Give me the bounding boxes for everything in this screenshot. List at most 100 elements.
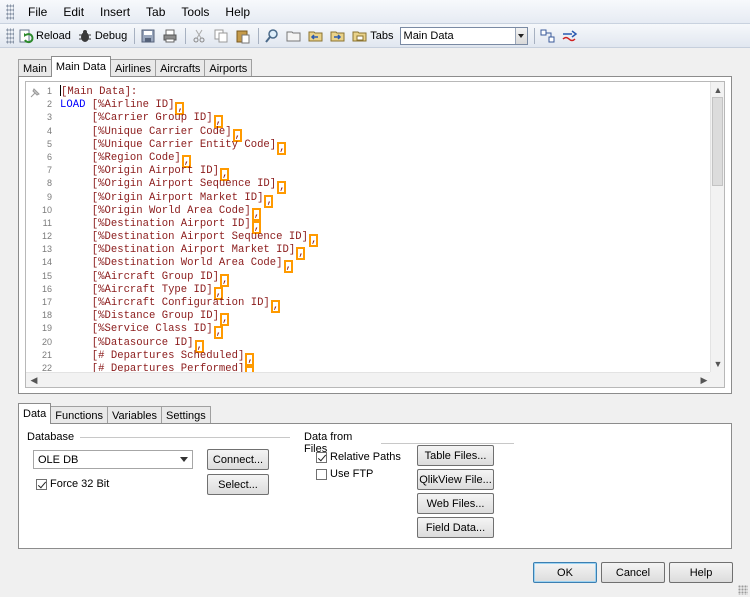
force-32-bit-checkbox[interactable]: Force 32 Bit (36, 478, 109, 490)
code-area[interactable]: 1 [Main Data]: 2 LOAD [%Airline ID], 3 [%Car… (26, 85, 712, 372)
paste-button[interactable] (233, 26, 253, 46)
cancel-button[interactable]: Cancel (601, 562, 665, 583)
code-line[interactable]: 18 [%Distance Group ID], (26, 309, 712, 327)
code-line[interactable]: 7 [%Origin Airport ID], (26, 164, 712, 182)
help-button[interactable]: Help (669, 562, 733, 583)
code-line[interactable]: 20 [%Datasource ID], (26, 336, 712, 353)
chevron-down-icon[interactable] (514, 27, 527, 44)
code-line[interactable]: 5 [%Unique Carrier Entity Code], (26, 138, 712, 155)
code-line[interactable]: 12 [%Destination Airport Sequence ID], (26, 230, 712, 248)
cut-icon (193, 29, 205, 42)
line-number: 6 (46, 151, 52, 162)
tab-airports[interactable]: Airports (204, 59, 253, 77)
code-line[interactable]: 19 [%Service Class ID], (26, 322, 712, 340)
tab-data[interactable]: Data (18, 403, 52, 424)
use-ftp-box[interactable] (316, 468, 327, 480)
code-line[interactable]: 16 [%Aircraft Type ID], (26, 283, 712, 300)
menubar-grip[interactable] (6, 3, 14, 20)
tab-airports-label: Airports (209, 62, 248, 75)
debug-label: Debug (94, 29, 128, 42)
connect-button[interactable]: Connect... (207, 449, 269, 470)
menu-edit[interactable]: Edit (55, 0, 92, 24)
force-32-bit-box[interactable] (36, 478, 47, 490)
web-files-button[interactable]: Web Files... (417, 493, 494, 514)
code-line[interactable]: 10 [%Origin World Area Code], (26, 204, 712, 221)
select-button[interactable]: Select... (207, 474, 269, 495)
code-line[interactable]: 15 [%Aircraft Group ID], (26, 270, 712, 287)
field-text: [%Distance Group ID] (60, 310, 219, 323)
code-line[interactable]: 3 [%Carrier Group ID], (26, 111, 712, 129)
tab-airlines[interactable]: Airlines (109, 59, 157, 77)
field-text: [%Origin Airport Market ID] (60, 191, 264, 204)
line-number: 1 (46, 86, 52, 96)
vertical-scrollbar[interactable]: ▲ ▼ (710, 82, 724, 372)
code-line[interactable]: 14 [%Destination World Area Code], (26, 256, 712, 274)
cut-button[interactable] (189, 26, 209, 46)
code-line[interactable]: 1 [Main Data]: (26, 85, 712, 98)
tab-settings[interactable]: Settings (161, 406, 211, 424)
table-files-button[interactable]: Table Files... (417, 445, 494, 466)
tab-variables[interactable]: Variables (106, 406, 162, 424)
relative-paths-checkbox[interactable]: Relative Paths (316, 451, 401, 463)
tab-functions[interactable]: Functions (50, 406, 108, 424)
toolbar-separator (134, 27, 136, 44)
line-number: 5 (46, 138, 52, 149)
code-line[interactable]: 11 [%Destination Airport ID], (26, 217, 712, 234)
code-line[interactable]: 6 [%Region Code], (26, 151, 712, 168)
vertical-scroll-thumb[interactable] (712, 97, 723, 186)
code-line[interactable]: 4 [%Unique Carrier Code], (26, 125, 712, 142)
menu-file[interactable]: File (20, 0, 55, 24)
code-line[interactable]: 8 [%Origin Airport Sequence ID], (26, 177, 712, 195)
scroll-up-icon[interactable]: ▲ (712, 84, 724, 96)
find-button[interactable] (262, 26, 282, 46)
syntax-check-icon (562, 29, 577, 41)
code-line[interactable]: 13 [%Destination Airport Market ID], (26, 243, 712, 261)
relative-paths-label: Relative Paths (330, 451, 401, 463)
pane-splitter[interactable] (0, 395, 750, 400)
ok-button[interactable]: OK (533, 562, 597, 583)
horizontal-scrollbar[interactable]: ◀ ▶ (26, 372, 712, 387)
code-line[interactable]: 21 [# Departures Scheduled], (26, 349, 712, 366)
save-button[interactable] (138, 26, 158, 46)
scroll-right-icon[interactable]: ▶ (698, 374, 710, 386)
menu-tools[interactable]: Tools (173, 0, 217, 24)
field-data-button[interactable]: Field Data... (417, 517, 494, 538)
resize-grip[interactable] (738, 585, 748, 595)
print-button[interactable] (160, 26, 180, 46)
reload-button[interactable]: Reload (16, 26, 73, 46)
tabs-button[interactable]: Tabs (350, 26, 395, 46)
code-line[interactable]: 22 [# Departures Performed], (26, 362, 712, 372)
code-line[interactable]: 9 [%Origin Airport Market ID], (26, 191, 712, 208)
field-text: [%Aircraft Group ID] (60, 270, 219, 283)
field-text: [%Unique Carrier Code] (60, 125, 232, 138)
menu-tab[interactable]: Tab (138, 0, 173, 24)
tab-select-dropdown[interactable]: Main Data (399, 26, 528, 45)
tabs-icon (352, 31, 367, 41)
copy-button[interactable] (211, 26, 231, 46)
line-number: 11 (42, 217, 52, 228)
relative-paths-box[interactable] (316, 451, 327, 463)
tab-back-button[interactable] (306, 26, 326, 46)
tab-main-data[interactable]: Main Data (50, 56, 111, 77)
scroll-down-icon[interactable]: ▼ (712, 358, 724, 370)
database-group-title: Database (27, 431, 75, 443)
qlikview-file-button[interactable]: QlikView File... (417, 469, 494, 490)
scroll-left-icon[interactable]: ◀ (28, 374, 40, 386)
toolbar-grip[interactable] (6, 27, 14, 44)
tab-forward-button[interactable] (328, 26, 348, 46)
tab-main[interactable]: Main (18, 59, 52, 77)
menu-insert[interactable]: Insert (92, 0, 138, 24)
use-ftp-checkbox[interactable]: Use FTP (316, 468, 373, 480)
code-line[interactable]: 17 [%Aircraft Configuration ID], (26, 296, 712, 313)
table-viewer-button[interactable] (538, 26, 558, 46)
debug-button[interactable]: Debug (75, 26, 129, 46)
database-select[interactable]: OLE DB (33, 450, 193, 469)
line-number: 19 (41, 323, 52, 334)
menu-help[interactable]: Help (217, 0, 258, 24)
code-line[interactable]: 2 LOAD [%Airline ID], (26, 98, 712, 116)
open-button[interactable] (284, 26, 304, 46)
script-editor[interactable]: 1 [Main Data]: 2 LOAD [%Airline ID], 3 [%Car… (25, 81, 725, 388)
tab-aircrafts[interactable]: Aircrafts (155, 59, 206, 77)
chevron-down-icon[interactable] (180, 457, 188, 462)
syntax-check-button[interactable] (560, 26, 580, 46)
